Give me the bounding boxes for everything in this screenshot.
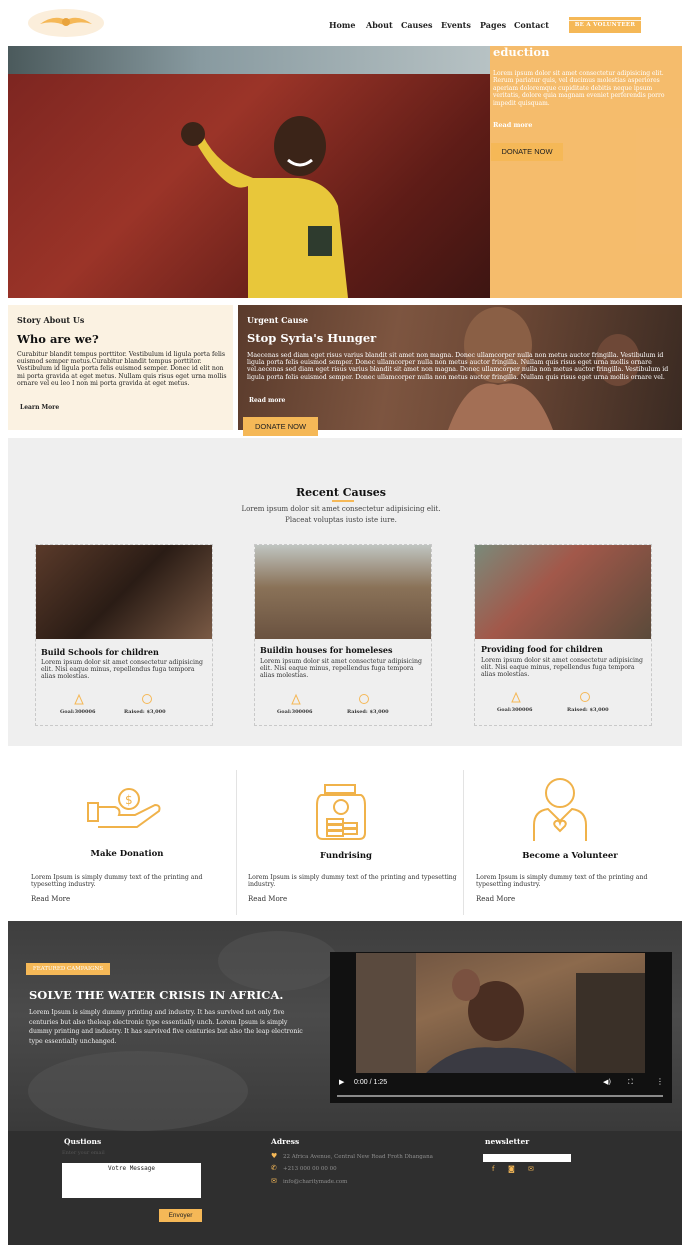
cause-raised: Raised: $3,000 <box>567 707 609 713</box>
cause-title: Build Schools for children <box>41 647 159 657</box>
campaign-body: Lorem Ipsum is simply dummy printing and… <box>29 1009 303 1045</box>
mail-icon: ✉ <box>271 1177 277 1185</box>
volunteer-person-icon <box>533 778 587 841</box>
nav-contact[interactable]: Contact <box>514 20 549 30</box>
service-read-more-link[interactable]: Read More <box>248 895 287 903</box>
hero-photo-window <box>8 46 490 74</box>
service-description: Lorem Ipsum is simply dummy text of the … <box>31 874 203 889</box>
hero-headline: help 100 children for thier eduction <box>493 32 666 59</box>
cause-title: Buildin houses for homeleses <box>260 645 393 655</box>
footer-newsletter-title: newsletter <box>485 1137 530 1146</box>
footer-phone: +213 000 00 00 00 <box>283 1166 337 1172</box>
mail-social-icon[interactable]: ✉ <box>528 1165 534 1173</box>
instagram-icon[interactable]: ◙ <box>508 1165 515 1173</box>
nav-causes[interactable]: Causes <box>401 20 432 30</box>
recent-causes-underline <box>332 500 354 502</box>
service-title: Fundrising <box>319 851 373 861</box>
story-learn-more-link[interactable]: Learn More <box>20 404 59 411</box>
urgent-donate-button[interactable]: DONATE NOW <box>243 417 318 436</box>
service-divider <box>463 770 464 915</box>
cause-raised: Raised: $3,000 <box>124 709 166 715</box>
question-email-input[interactable]: Enter your email <box>62 1150 132 1156</box>
raised-icon <box>359 694 369 704</box>
cause-image <box>36 545 212 639</box>
urgent-read-more-link[interactable]: Read more <box>249 397 285 404</box>
cause-description: Lorem ipsum dolor sit amet consectetur a… <box>41 659 203 681</box>
raised-icon <box>142 694 152 704</box>
hero-body: Lorem ipsum dolor sit amet consectetur a… <box>493 70 665 107</box>
nav-events[interactable]: Events <box>441 20 471 30</box>
cause-card[interactable]: Buildin houses for homeleses Lorem ipsum… <box>254 544 432 726</box>
service-read-more-link[interactable]: Read More <box>31 895 70 903</box>
play-icon[interactable]: ▶ <box>339 1078 344 1086</box>
service-title: Become a Volunteer <box>522 851 618 861</box>
cause-goal: Goal:300006 <box>60 709 96 715</box>
video-controls <box>330 1073 672 1103</box>
hand-coin-icon: $ <box>87 788 161 828</box>
recent-subtitle-line-2: Placeat voluptas iusto iste iure. <box>285 516 397 524</box>
more-options-icon[interactable]: ⋮ <box>656 1077 664 1086</box>
nav-home[interactable]: Home <box>329 20 355 30</box>
cause-description: Lorem ipsum dolor sit amet consectetur a… <box>481 657 643 679</box>
cause-description: Lorem ipsum dolor sit amet consectetur a… <box>260 658 422 680</box>
video-child-thumbnail <box>356 953 645 1073</box>
story-title: Who are we? <box>17 332 99 346</box>
urgent-body: Maecenas sed diam eget risus varius blan… <box>247 352 669 381</box>
goal-icon <box>511 691 521 703</box>
service-description: Lorem Ipsum is simply dummy text of the … <box>248 874 457 889</box>
logo[interactable] <box>26 8 106 38</box>
money-jar-icon <box>316 784 366 840</box>
cause-card[interactable]: Build Schools for children Lorem ipsum d… <box>35 544 213 726</box>
urgent-title: Stop Syria's Hunger <box>247 331 377 345</box>
cause-image <box>255 545 431 639</box>
footer-address: 22 Africa Avenue, Central New Road Froth… <box>283 1154 433 1160</box>
hero-kicker: Featured Causes <box>493 7 577 17</box>
cause-goal: Goal:300006 <box>277 709 313 715</box>
service-divider <box>236 770 237 915</box>
location-icon: ♥ <box>271 1152 278 1160</box>
cause-image <box>475 545 651 639</box>
volume-icon[interactable]: ◀) <box>603 1078 611 1086</box>
service-description: Lorem Ipsum is simply dummy text of the … <box>476 874 648 889</box>
service-title: Make Donation <box>90 849 164 859</box>
goal-icon <box>291 693 301 705</box>
recent-subtitle-line-1: Lorem ipsum dolor sit amet consectetur a… <box>241 505 441 513</box>
hero-divider <box>493 20 673 21</box>
question-message-textarea[interactable]: Votre Message <box>62 1163 201 1198</box>
newsletter-input[interactable] <box>483 1154 571 1162</box>
footer-questions-title: Qustions <box>64 1137 102 1146</box>
hero-child-illustration <box>181 116 348 298</box>
goal-icon <box>74 693 84 705</box>
nav-pages[interactable]: Pages <box>480 20 506 30</box>
facebook-icon[interactable]: f <box>492 1165 494 1173</box>
phone-icon: ✆ <box>271 1164 277 1172</box>
video-time: 0:00 / 1:25 <box>354 1079 388 1086</box>
send-button[interactable]: Envoyer <box>159 1209 202 1222</box>
video-progress-bar[interactable] <box>337 1095 663 1097</box>
footer-email: info@charitymade.com <box>283 1179 348 1185</box>
service-read-more-link[interactable]: Read More <box>476 895 515 903</box>
raised-icon <box>580 692 590 702</box>
recent-causes-subtitle: Lorem ipsum dolor sit amet consectetur a… <box>0 504 682 526</box>
recent-causes-title: Recent Causes <box>295 486 386 499</box>
cause-raised: Raised: $3,000 <box>347 709 389 715</box>
campaign-tag: FEATURED CAMPAIGNS <box>26 963 110 975</box>
video-frame <box>356 953 645 1073</box>
story-kicker: Story About Us <box>17 315 85 325</box>
story-body: Curabitur blandit tempus porttitor. Vest… <box>17 351 227 387</box>
svg-text:$: $ <box>125 793 133 807</box>
campaign-title: SOLVE THE WATER CRISIS IN AFRICA. <box>29 988 284 1002</box>
urgent-kicker: Urgent Cause <box>247 315 309 325</box>
cause-goal: Goal:300006 <box>497 707 533 713</box>
cause-card[interactable]: Providing food for children Lorem ipsum … <box>474 544 652 726</box>
nav-about[interactable]: About <box>366 20 393 30</box>
fullscreen-icon[interactable]: ⛶ <box>628 1078 633 1087</box>
cause-title: Providing food for children <box>481 644 603 654</box>
footer-address-title: Adress <box>271 1137 300 1146</box>
hero-donate-button[interactable]: DONATE NOW <box>491 143 563 161</box>
hero-read-more-link[interactable]: Read more <box>493 121 532 129</box>
